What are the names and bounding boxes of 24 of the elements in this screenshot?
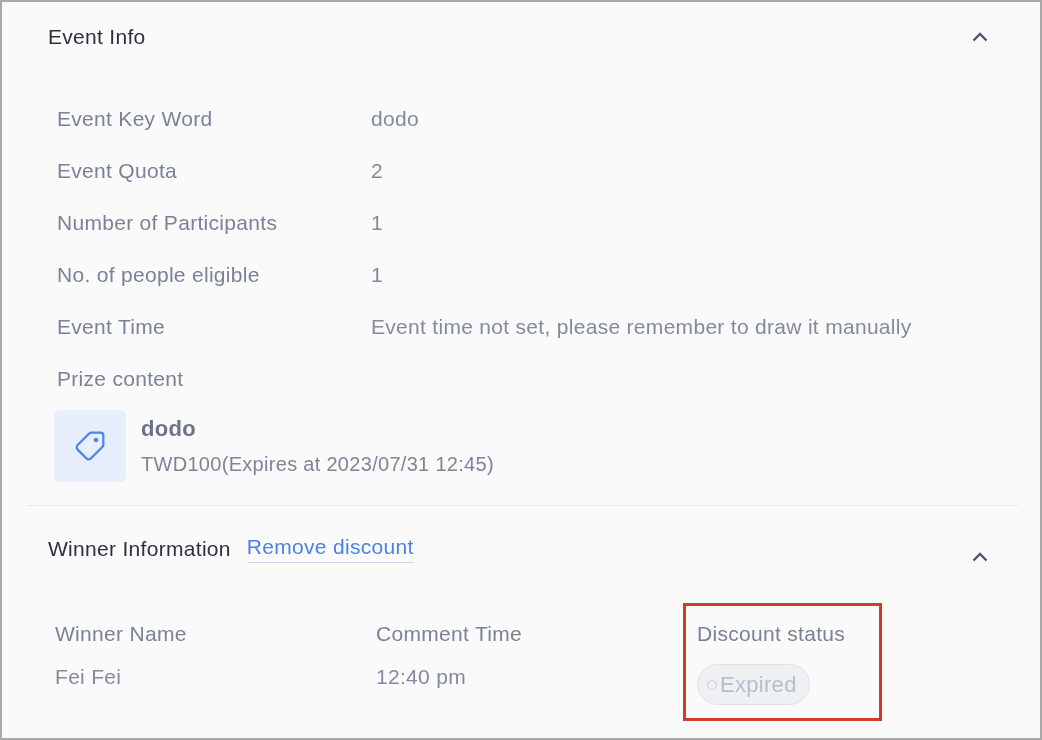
field-label: Event Quota xyxy=(57,158,179,184)
field-label: Event Key Word xyxy=(57,106,214,132)
section-title: Event Info xyxy=(48,24,146,50)
section-title: Winner Information xyxy=(48,535,231,562)
chevron-up-icon[interactable] xyxy=(972,32,988,42)
field-value: Event time not set, please remember to draw it manually xyxy=(371,314,912,340)
prize-detail: TWD100(Expires at 2023/07/31 12:45) xyxy=(141,452,494,477)
field-label: Event Time xyxy=(57,314,167,340)
table-cell-text: Fei Fei xyxy=(55,664,122,690)
field-value: 1 xyxy=(371,262,383,288)
table-cell-text: 12:40 pm xyxy=(376,664,466,690)
column-header: Winner Name xyxy=(55,621,187,647)
field-label: Number of Participants xyxy=(57,210,279,236)
column-header: Discount status xyxy=(697,621,846,647)
remove-discount-link[interactable]: Remove discount xyxy=(246,534,414,563)
prize-name: dodo xyxy=(141,415,197,443)
field-label: Prize content xyxy=(57,366,185,392)
field-label: No. of people eligible xyxy=(57,262,261,288)
tag-icon xyxy=(54,410,126,482)
field-value: 1 xyxy=(371,210,383,236)
chevron-up-icon[interactable] xyxy=(972,551,988,562)
field-value: 2 xyxy=(371,158,383,184)
field-value: dodo xyxy=(371,106,419,132)
column-header: Comment Time xyxy=(376,621,522,647)
